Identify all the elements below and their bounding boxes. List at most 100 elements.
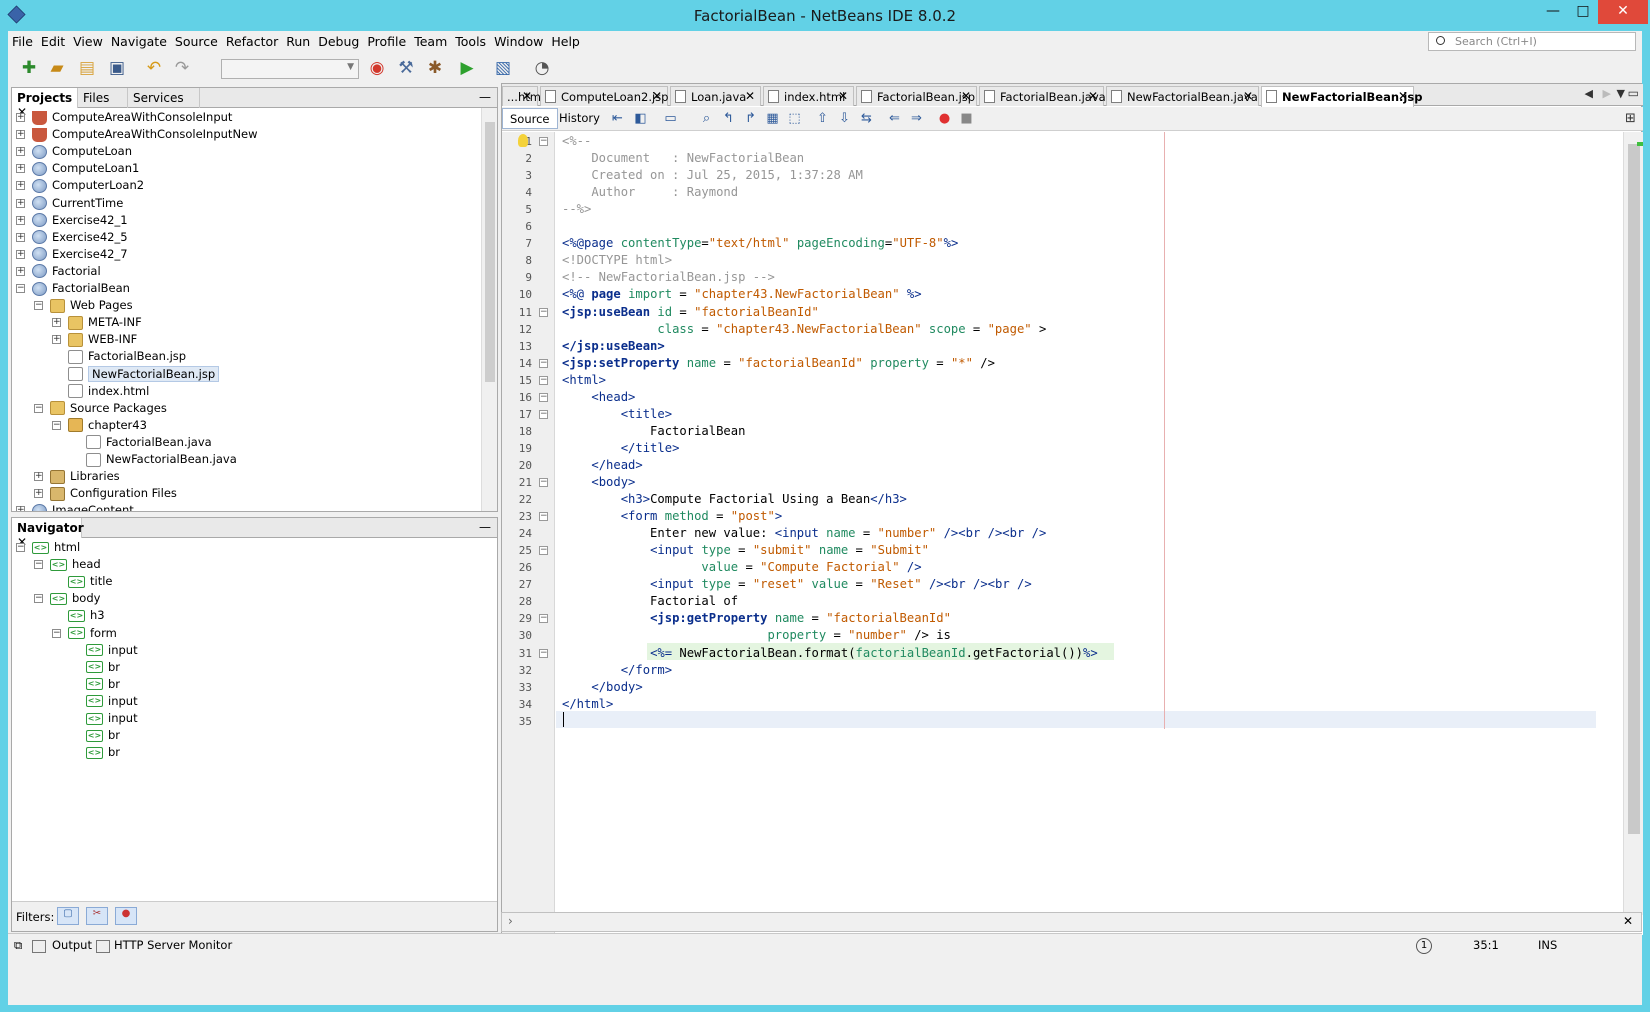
minimize-panel-icon[interactable]: — [479, 520, 491, 534]
find-previous-icon[interactable]: ↰ [720, 110, 737, 127]
fold-toggle-icon[interactable]: − [539, 478, 548, 487]
navigator-item[interactable]: − <> head [34, 555, 101, 573]
tree-item[interactable]: FactorialBean.jsp [52, 347, 186, 365]
tree-item[interactable]: − Web Pages [34, 296, 133, 314]
filter-script-icon[interactable]: ✂ [86, 907, 108, 925]
fold-toggle-icon[interactable]: − [539, 512, 548, 522]
expand-toggle-icon[interactable]: − [52, 420, 61, 430]
navigator-item[interactable]: <> input [70, 641, 138, 659]
tree-item[interactable]: + Exercise42_5 [16, 228, 128, 246]
navigator-item[interactable]: <> h3 [52, 606, 105, 624]
fold-toggle-icon[interactable]: − [539, 358, 548, 368]
expand-toggle-icon[interactable]: − [16, 284, 25, 293]
undo-icon[interactable]: ↶ [143, 57, 165, 79]
restore-window-icon[interactable]: ⧉ [14, 938, 22, 953]
tab-scroll-left-icon[interactable]: ◀ [1585, 87, 1593, 100]
navigator-item[interactable]: <> br [70, 658, 120, 676]
maximize-editor-icon[interactable]: ▭ [1628, 86, 1639, 100]
menu-help[interactable]: Help [547, 31, 584, 49]
tree-item[interactable]: + ComputeAreaWithConsoleInputNew [16, 125, 258, 143]
fold-toggle-icon[interactable]: − [539, 392, 548, 402]
tree-item[interactable]: + Exercise42_1 [16, 211, 128, 229]
navigator-item[interactable]: <> input [70, 709, 138, 727]
editor-tab[interactable]: NewFactorialBean.jsp ✕ [1261, 86, 1422, 107]
tab-scroll-right-icon[interactable]: ▶ [1603, 87, 1611, 100]
navigator-item[interactable]: <> br [70, 743, 120, 761]
tab-services[interactable]: Services [128, 88, 200, 108]
save-all-icon[interactable]: ▣ [106, 57, 128, 79]
expand-toggle-icon[interactable]: + [34, 472, 43, 482]
tree-item[interactable]: + Factorial [16, 262, 101, 280]
menu-tools[interactable]: Tools [451, 31, 490, 49]
menu-file[interactable]: File [8, 31, 37, 49]
forward-icon[interactable]: ▭ [662, 110, 679, 127]
tree-item[interactable]: + CurrentTime [16, 194, 123, 212]
profile-icon[interactable]: ◔ [531, 57, 553, 79]
expand-toggle-icon[interactable]: + [16, 232, 25, 242]
expand-toggle-icon[interactable]: − [34, 594, 43, 604]
code-area[interactable]: 1−2 3 4 5 6 7 8 9 10 11−12 13 14−15−16−17−18 19 20 21−… [502, 132, 1643, 935]
navigator-item[interactable]: <> br [70, 675, 120, 693]
menu-window[interactable]: Window [490, 31, 547, 49]
editor-tab[interactable]: FactorialBean.jsp ✕ [856, 86, 977, 106]
shift-right-icon[interactable]: ⇒ [908, 110, 925, 127]
start-macro-icon[interactable]: ● [936, 110, 953, 127]
scrollbar-thumb[interactable] [485, 122, 495, 382]
fold-toggle-icon[interactable]: − [539, 375, 548, 385]
expand-toggle-icon[interactable]: + [16, 249, 25, 259]
expand-toggle-icon[interactable]: − [34, 560, 43, 570]
navigator-item[interactable]: <> title [52, 572, 112, 590]
run-icon[interactable]: ▶ [456, 57, 478, 79]
tree-item[interactable]: + Configuration Files [34, 484, 177, 502]
projects-scrollbar[interactable] [481, 108, 497, 511]
tree-item[interactable]: + META-INF [52, 313, 142, 331]
editor-tab[interactable]: index.html ✕ [763, 86, 854, 106]
expand-toggle-icon[interactable]: + [16, 130, 25, 140]
browser-icon[interactable]: ◉ [366, 57, 388, 79]
close-window-button[interactable]: ✕ [1598, 0, 1648, 24]
editor-tab[interactable]: NewFactorialBean.java ✕ [1106, 86, 1259, 106]
close-icon[interactable]: ✕ [961, 89, 971, 103]
new-project-icon[interactable]: ▰ [46, 57, 68, 79]
output-tab[interactable]: Output [52, 938, 92, 952]
new-file-icon[interactable]: ✚ [18, 57, 40, 79]
tree-item[interactable]: NewFactorialBean.jsp [52, 365, 220, 383]
split-editor-icon[interactable]: ⊞ [1622, 110, 1639, 127]
http-server-monitor-tab[interactable]: HTTP Server Monitor [114, 938, 232, 952]
expand-toggle-icon[interactable]: + [52, 335, 61, 345]
expand-toggle-icon[interactable]: − [16, 543, 25, 552]
toggle-highlight-icon[interactable]: ▦ [764, 110, 781, 127]
close-icon[interactable]: ✕ [1088, 89, 1098, 103]
find-icon[interactable]: ⌕ [698, 110, 715, 127]
lightbulb-hint-icon[interactable] [518, 134, 528, 147]
expand-toggle-icon[interactable]: + [16, 147, 25, 157]
previous-bookmark-icon[interactable]: ⇧ [814, 110, 831, 127]
expand-toggle-icon[interactable]: + [16, 181, 25, 191]
fold-toggle-icon[interactable]: − [539, 409, 548, 419]
tree-item[interactable]: + Exercise42_7 [16, 245, 128, 263]
editor-tab[interactable]: FactorialBean.java ✕ [979, 86, 1106, 106]
tree-item[interactable]: + ComputeAreaWithConsoleInput [16, 108, 232, 126]
expand-toggle-icon[interactable]: + [16, 506, 25, 511]
tab-projects[interactable]: Projects ✕ [12, 88, 78, 119]
menu-navigate[interactable]: Navigate [107, 31, 171, 49]
stop-macro-icon[interactable]: ■ [958, 110, 975, 127]
fold-toggle-icon[interactable]: − [539, 614, 548, 624]
navigator-item[interactable]: − <> form [52, 624, 117, 642]
menu-refactor[interactable]: Refactor [222, 31, 282, 49]
last-edit-icon[interactable]: ⇤ [609, 110, 626, 127]
expand-toggle-icon[interactable]: + [52, 318, 61, 328]
tree-item[interactable]: index.html [52, 382, 149, 400]
expand-toggle-icon[interactable]: + [16, 164, 25, 174]
toggle-rect-select-icon[interactable]: ⬚ [786, 110, 803, 127]
tab-files[interactable]: Files [78, 88, 128, 108]
close-icon[interactable]: ✕ [1623, 914, 1633, 928]
expand-toggle-icon[interactable]: + [16, 198, 25, 208]
tree-item[interactable]: + ComputeLoan [16, 142, 132, 160]
open-project-icon[interactable]: ▤ [76, 57, 98, 79]
navigator-item[interactable]: <> br [70, 726, 120, 744]
editor-tab[interactable]: Loan.java ✕ [670, 86, 761, 106]
close-icon[interactable]: ✕ [1243, 89, 1253, 103]
tab-navigator[interactable]: Navigator ✕ [12, 518, 84, 549]
expand-toggle-icon[interactable]: − [52, 628, 61, 638]
